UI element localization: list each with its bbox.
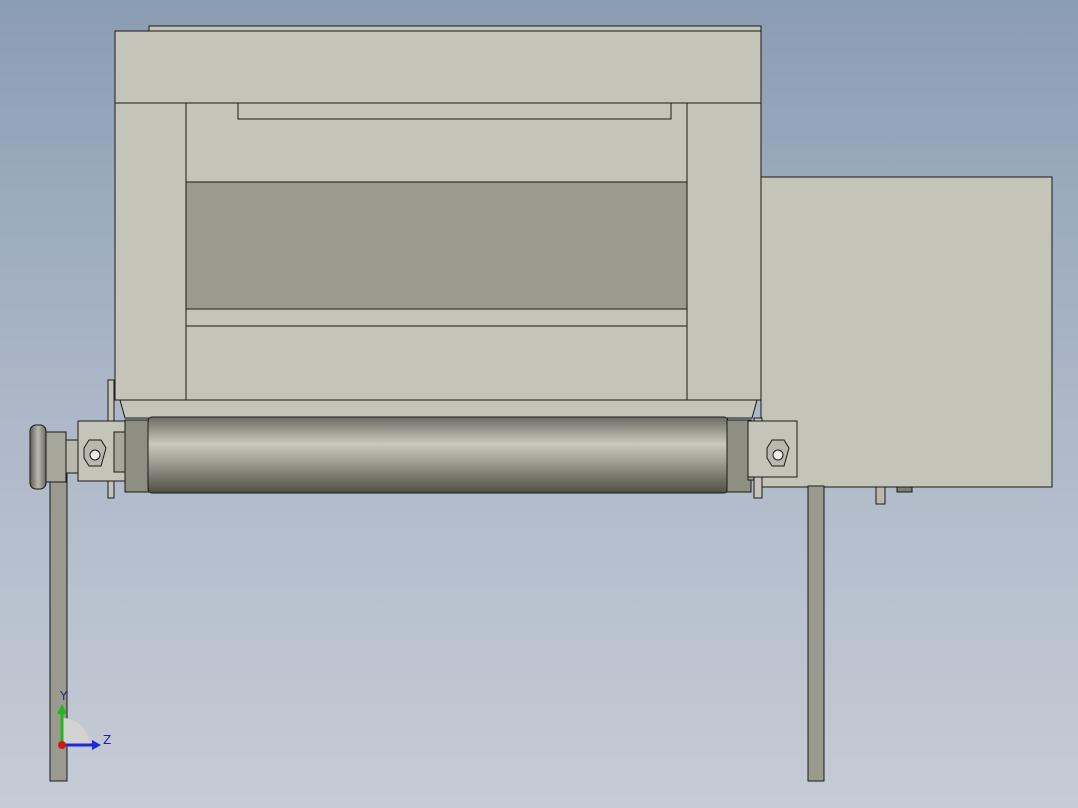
- triad-y-label: Y: [60, 689, 68, 703]
- cad-viewport[interactable]: Y Z: [0, 0, 1078, 808]
- left-side-post: [114, 102, 187, 401]
- left-bearing-bore: [89, 449, 101, 461]
- control-box-fitting-2: [896, 486, 913, 493]
- machine-model[interactable]: [0, 0, 1078, 808]
- left-flange-outer: [29, 424, 47, 490]
- control-box: [760, 176, 1053, 488]
- belt-panel: [185, 181, 688, 310]
- z-axis-arrow: [92, 740, 101, 750]
- roller-end-right: [726, 419, 752, 493]
- top-cover: [114, 30, 762, 104]
- triad-arc: [62, 718, 90, 745]
- axis-triad: [57, 704, 101, 750]
- lower-rail: [185, 308, 688, 327]
- triad-z-label: Z: [103, 733, 112, 747]
- roller-end-left: [124, 419, 150, 493]
- x-axis-point: [58, 741, 66, 749]
- right-side-post: [686, 102, 762, 401]
- control-box-fitting: [875, 486, 886, 505]
- left-bearing-collar: [113, 431, 127, 473]
- bottom-skirt: [119, 399, 758, 419]
- upper-inner-rail: [237, 102, 672, 120]
- roller-tube: [147, 416, 729, 494]
- left-flange-inner: [45, 431, 67, 483]
- right-leg: [807, 485, 825, 782]
- right-bearing-bore: [772, 449, 784, 461]
